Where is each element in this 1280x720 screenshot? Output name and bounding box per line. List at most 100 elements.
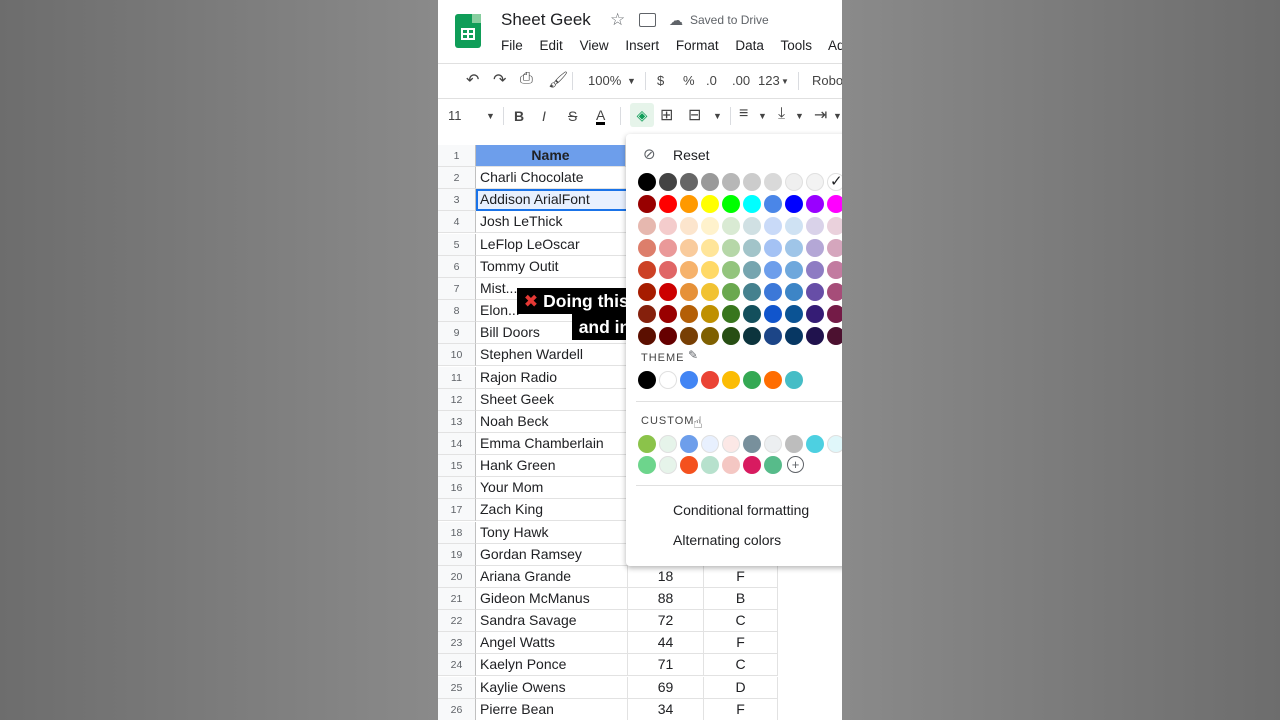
custom-color-swatch[interactable] bbox=[638, 435, 656, 453]
row-header[interactable]: 7 bbox=[438, 277, 476, 300]
percent-button[interactable]: % bbox=[683, 73, 695, 88]
color-swatch[interactable] bbox=[638, 261, 656, 279]
edit-theme-pencil-icon[interactable]: ✎ bbox=[688, 348, 698, 362]
color-swatch[interactable] bbox=[638, 327, 656, 345]
color-swatch[interactable] bbox=[722, 327, 740, 345]
move-folder-icon[interactable] bbox=[639, 13, 656, 27]
row-header[interactable]: 24 bbox=[438, 654, 476, 677]
color-swatch[interactable] bbox=[764, 283, 782, 301]
row-header[interactable]: 4 bbox=[438, 211, 476, 234]
theme-color-swatch[interactable] bbox=[638, 371, 656, 389]
color-swatch[interactable] bbox=[701, 261, 719, 279]
color-swatch[interactable] bbox=[701, 283, 719, 301]
color-swatch[interactable] bbox=[806, 305, 824, 323]
color-swatch[interactable] bbox=[680, 327, 698, 345]
menu-insert[interactable]: Insert bbox=[625, 38, 659, 53]
color-swatch[interactable] bbox=[785, 305, 803, 323]
color-swatch[interactable] bbox=[785, 261, 803, 279]
text-color-button[interactable]: A bbox=[596, 108, 606, 125]
color-swatch[interactable] bbox=[764, 305, 782, 323]
color-swatch[interactable] bbox=[701, 239, 719, 257]
color-swatch[interactable] bbox=[743, 327, 761, 345]
custom-color-swatch[interactable] bbox=[827, 435, 842, 453]
zoom-select[interactable]: 100% bbox=[588, 73, 621, 88]
name-cell[interactable]: Kaelyn Ponce bbox=[476, 654, 628, 677]
color-swatch[interactable] bbox=[659, 305, 677, 323]
color-swatch[interactable] bbox=[659, 195, 677, 213]
reset-button[interactable]: Reset bbox=[673, 147, 710, 163]
theme-color-swatch[interactable] bbox=[701, 371, 719, 389]
custom-color-swatch[interactable] bbox=[743, 456, 761, 474]
color-swatch[interactable] bbox=[722, 239, 740, 257]
color-swatch[interactable] bbox=[827, 217, 842, 235]
color-swatch[interactable] bbox=[743, 239, 761, 257]
color-swatch[interactable] bbox=[638, 217, 656, 235]
row-header[interactable]: 12 bbox=[438, 388, 476, 411]
score-cell[interactable]: 72 bbox=[628, 610, 704, 633]
merge-chevron-down-icon[interactable]: ▼ bbox=[713, 111, 722, 121]
color-swatch[interactable] bbox=[659, 239, 677, 257]
color-swatch[interactable] bbox=[827, 305, 842, 323]
menu-format[interactable]: Format bbox=[676, 38, 719, 53]
color-swatch[interactable] bbox=[701, 217, 719, 235]
custom-color-swatch[interactable] bbox=[785, 435, 803, 453]
color-swatch[interactable] bbox=[638, 173, 656, 191]
color-swatch[interactable] bbox=[806, 239, 824, 257]
custom-color-swatch[interactable] bbox=[722, 435, 740, 453]
row-header[interactable]: 1 bbox=[438, 145, 476, 167]
color-swatch[interactable] bbox=[659, 173, 677, 191]
score-cell[interactable]: 44 bbox=[628, 632, 704, 655]
name-cell[interactable]: Emma Chamberlain bbox=[476, 432, 628, 455]
row-header[interactable]: 5 bbox=[438, 233, 476, 256]
name-cell[interactable]: Angel Watts bbox=[476, 632, 628, 655]
score-cell[interactable]: 18 bbox=[628, 565, 704, 588]
row-header[interactable]: 22 bbox=[438, 610, 476, 633]
borders-icon[interactable]: ⊞ bbox=[660, 105, 673, 125]
color-swatch[interactable] bbox=[764, 327, 782, 345]
color-swatch[interactable] bbox=[680, 305, 698, 323]
color-swatch[interactable] bbox=[806, 327, 824, 345]
color-swatch[interactable] bbox=[785, 327, 803, 345]
name-cell[interactable]: Tony Hawk bbox=[476, 521, 628, 544]
reset-fill-icon[interactable]: ⊘ bbox=[643, 145, 656, 163]
theme-color-swatch[interactable] bbox=[659, 371, 677, 389]
color-swatch[interactable] bbox=[722, 283, 740, 301]
color-swatch[interactable] bbox=[680, 173, 698, 191]
custom-color-swatch[interactable] bbox=[722, 456, 740, 474]
theme-color-swatch[interactable] bbox=[764, 371, 782, 389]
name-cell[interactable]: Tommy Outit bbox=[476, 255, 628, 278]
color-swatch[interactable] bbox=[827, 283, 842, 301]
name-cell[interactable]: Gordan Ramsey bbox=[476, 543, 628, 566]
grade-cell[interactable]: D bbox=[704, 676, 778, 699]
theme-color-swatch[interactable] bbox=[743, 371, 761, 389]
row-header[interactable]: 18 bbox=[438, 521, 476, 544]
color-swatch[interactable] bbox=[764, 195, 782, 213]
grade-cell[interactable]: F bbox=[704, 565, 778, 588]
more-formats-button[interactable]: 123 bbox=[758, 73, 780, 88]
grade-cell[interactable]: C bbox=[704, 654, 778, 677]
name-cell[interactable]: Stephen Wardell bbox=[476, 344, 628, 367]
star-icon[interactable]: ☆ bbox=[610, 10, 625, 30]
document-title[interactable]: Sheet Geek bbox=[501, 10, 591, 30]
color-swatch[interactable] bbox=[638, 239, 656, 257]
name-cell[interactable]: Pierre Bean bbox=[476, 698, 628, 720]
grade-cell[interactable]: F bbox=[704, 632, 778, 655]
name-cell[interactable]: Josh LeThick bbox=[476, 211, 628, 234]
color-swatch[interactable] bbox=[806, 283, 824, 301]
color-swatch[interactable] bbox=[722, 173, 740, 191]
color-swatch[interactable] bbox=[785, 239, 803, 257]
name-cell[interactable]: Ariana Grande bbox=[476, 565, 628, 588]
menu-edit[interactable]: Edit bbox=[540, 38, 563, 53]
redo-icon[interactable]: ↷ bbox=[493, 70, 506, 90]
color-swatch[interactable] bbox=[764, 173, 782, 191]
color-swatch[interactable] bbox=[638, 283, 656, 301]
color-swatch[interactable] bbox=[722, 305, 740, 323]
name-cell[interactable]: Hank Green bbox=[476, 455, 628, 478]
custom-color-swatch[interactable] bbox=[806, 435, 824, 453]
row-header[interactable]: 6 bbox=[438, 255, 476, 278]
color-swatch[interactable] bbox=[806, 261, 824, 279]
wrap-chevron-down-icon[interactable]: ▼ bbox=[833, 111, 842, 121]
color-swatch[interactable] bbox=[701, 173, 719, 191]
menu-data[interactable]: Data bbox=[735, 38, 764, 53]
row-header[interactable]: 17 bbox=[438, 499, 476, 522]
